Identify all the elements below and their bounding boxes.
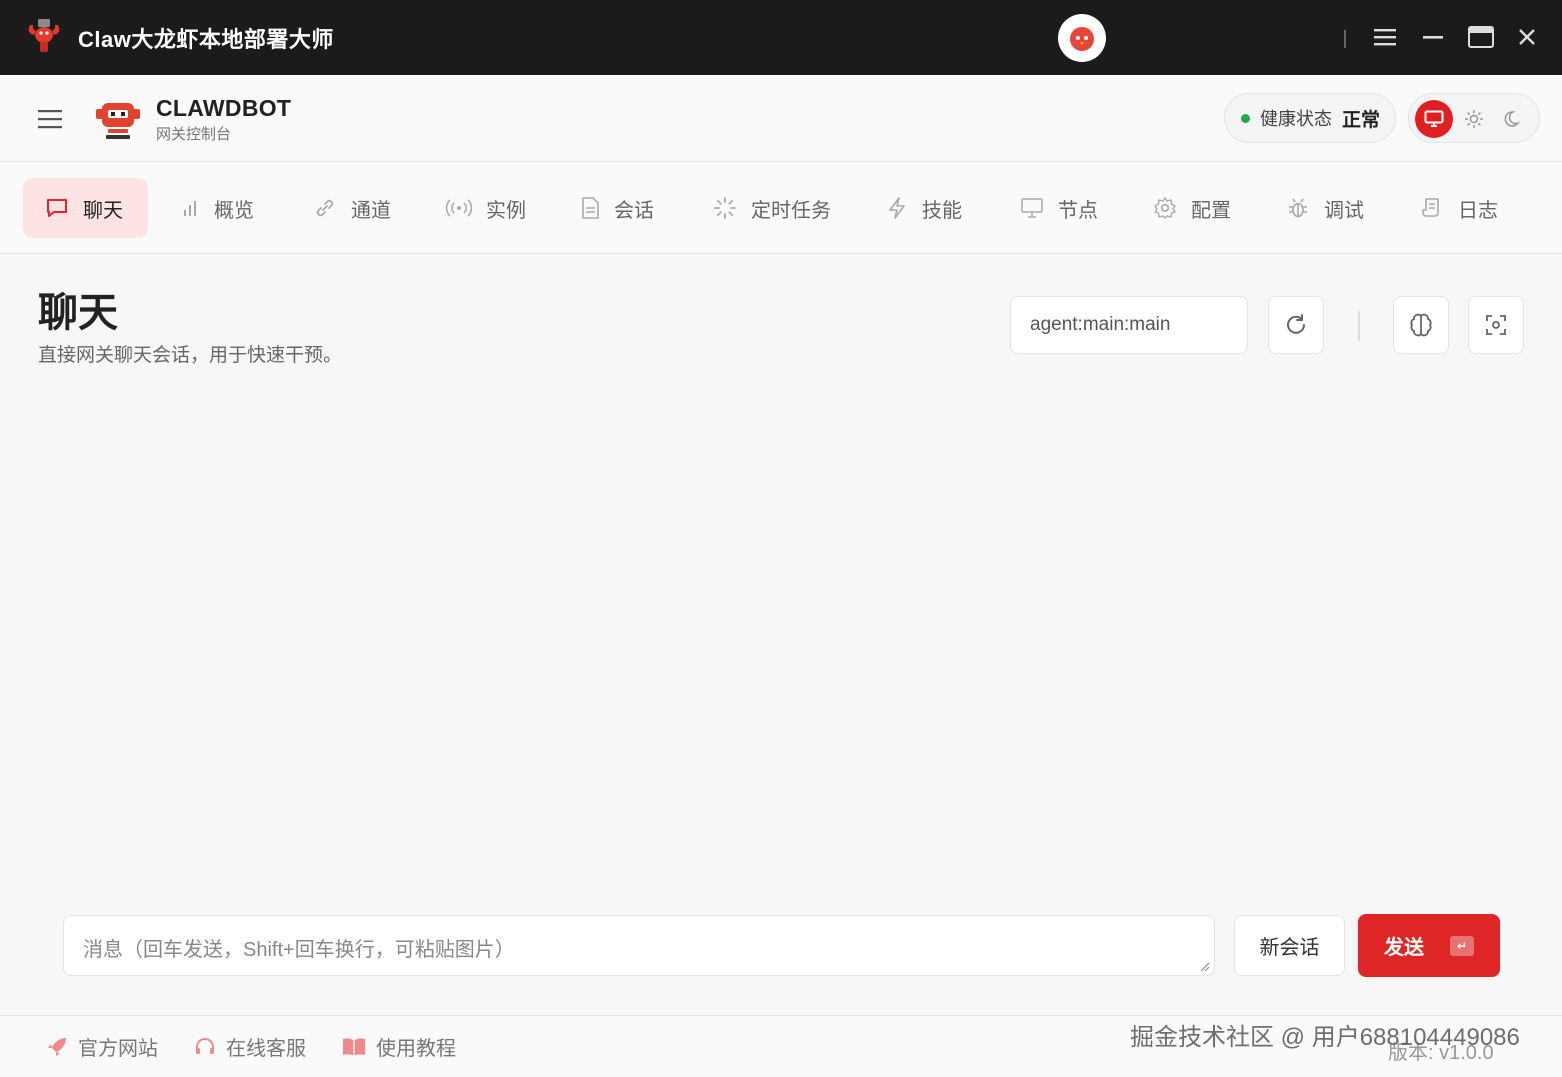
- avatar-bird-icon: [1070, 27, 1094, 51]
- document-icon: [582, 197, 599, 219]
- theme-system-button[interactable]: [1415, 100, 1453, 138]
- gear-icon: [1154, 197, 1176, 219]
- bar-chart-icon: [184, 201, 196, 216]
- thinking-toggle-button[interactable]: [1393, 296, 1449, 354]
- refresh-button[interactable]: [1268, 296, 1324, 354]
- online-support-link[interactable]: 在线客服: [194, 1032, 306, 1061]
- health-status-badge: 健康状态 正常: [1224, 93, 1396, 143]
- focus-mode-button[interactable]: [1468, 296, 1524, 354]
- tab-label: 配置: [1191, 199, 1231, 222]
- tab-label: 节点: [1058, 199, 1098, 222]
- rocket-icon: [48, 1037, 66, 1056]
- lobster-logo-icon: [28, 19, 60, 52]
- footer-link-label: 在线客服: [226, 1038, 306, 1060]
- title-bar: Claw大龙虾本地部署大师: [0, 0, 1562, 75]
- monitor-icon: [1021, 198, 1043, 218]
- toolbar-separator: [1358, 311, 1360, 341]
- moon-icon: [1504, 111, 1521, 127]
- tab-skills[interactable]: 技能: [864, 178, 984, 238]
- main-nav: 聊天 概览 通道 实例 会话 定时任务 技能 节点 配置 调试 日志: [0, 162, 1562, 254]
- tab-logs[interactable]: 日志: [1398, 178, 1520, 238]
- sidebar-toggle-icon[interactable]: [34, 105, 66, 133]
- bug-icon: [1289, 198, 1307, 218]
- book-icon: [343, 1037, 365, 1056]
- send-button[interactable]: 发送 ↵: [1358, 914, 1500, 977]
- page-title: 聊天: [38, 291, 118, 335]
- title-separator: [1344, 30, 1346, 48]
- clawdbot-logo-icon: [96, 103, 140, 139]
- maximize-icon[interactable]: [1464, 20, 1498, 54]
- menu-icon[interactable]: [1368, 20, 1402, 54]
- official-site-link[interactable]: 官方网站: [46, 1032, 158, 1061]
- message-input[interactable]: 消息（回车发送，Shift+回车换行，可粘贴图片）: [63, 915, 1215, 976]
- tab-label: 概览: [214, 199, 254, 222]
- tab-scheduled-tasks[interactable]: 定时任务: [691, 178, 853, 238]
- theme-light-button[interactable]: [1455, 100, 1493, 138]
- tab-label: 通道: [351, 199, 391, 222]
- theme-dark-button[interactable]: [1495, 100, 1533, 138]
- tab-channels[interactable]: 通道: [291, 178, 413, 238]
- close-icon[interactable]: [1510, 20, 1544, 54]
- page-subtitle: 直接网关聊天会话，用于快速干预。: [38, 345, 343, 366]
- tab-debug[interactable]: 调试: [1264, 178, 1386, 238]
- app-header: CLAWDBOT 网关控制台 健康状态 正常: [0, 75, 1562, 162]
- scroll-icon: [1422, 198, 1439, 217]
- session-key-value: agent:main:main: [1030, 314, 1171, 335]
- tab-nodes[interactable]: 节点: [998, 178, 1120, 238]
- footer-link-label: 官方网站: [78, 1038, 158, 1060]
- tab-label: 技能: [922, 199, 962, 222]
- brain-icon: [1410, 313, 1432, 337]
- tab-label: 调试: [1324, 199, 1364, 222]
- tab-sessions[interactable]: 会话: [558, 178, 676, 238]
- new-chat-button[interactable]: 新会话: [1234, 915, 1345, 976]
- tutorial-link[interactable]: 使用教程: [342, 1032, 456, 1061]
- link-icon: [316, 199, 334, 217]
- health-dot-icon: [1241, 113, 1250, 123]
- brand-subtitle: 网关控制台: [156, 126, 232, 143]
- watermark: 掘金技术社区 @ 用户688104449086: [1130, 1024, 1520, 1051]
- lightning-icon: [889, 197, 905, 219]
- window-title: Claw大龙虾本地部署大师: [78, 27, 334, 52]
- minimize-icon[interactable]: [1416, 20, 1450, 54]
- new-chat-label: 新会话: [1259, 937, 1320, 959]
- chat-bubble-icon: [47, 199, 67, 217]
- tab-label: 会话: [614, 199, 654, 222]
- tab-config[interactable]: 配置: [1131, 178, 1253, 238]
- theme-switcher: [1408, 93, 1540, 143]
- health-value: 正常: [1342, 109, 1381, 131]
- refresh-icon: [1287, 314, 1305, 334]
- tab-label: 聊天: [83, 199, 123, 222]
- send-label: 发送: [1384, 937, 1424, 959]
- monitor-icon: [1424, 110, 1444, 127]
- tab-label: 日志: [1458, 199, 1498, 222]
- tab-label: 定时任务: [751, 199, 831, 222]
- brand-name: CLAWDBOT: [156, 95, 292, 121]
- footer-link-label: 使用教程: [376, 1038, 456, 1060]
- message-placeholder: 消息（回车发送，Shift+回车换行，可粘贴图片）: [83, 939, 515, 961]
- broadcast-icon: [446, 199, 472, 217]
- tab-chat[interactable]: 聊天: [23, 178, 148, 238]
- enter-key-icon: ↵: [1450, 935, 1474, 956]
- tab-instances[interactable]: 实例: [424, 178, 548, 238]
- focus-icon: [1486, 315, 1506, 335]
- headset-icon: [196, 1037, 214, 1054]
- resize-grip-icon[interactable]: [1198, 960, 1210, 972]
- user-avatar[interactable]: [1058, 14, 1106, 62]
- tab-label: 实例: [486, 199, 526, 222]
- sun-icon: [1465, 110, 1483, 128]
- health-label: 健康状态: [1260, 109, 1332, 129]
- loader-icon: [714, 197, 736, 219]
- tab-overview[interactable]: 概览: [158, 178, 276, 238]
- session-key-input[interactable]: agent:main:main: [1010, 296, 1248, 354]
